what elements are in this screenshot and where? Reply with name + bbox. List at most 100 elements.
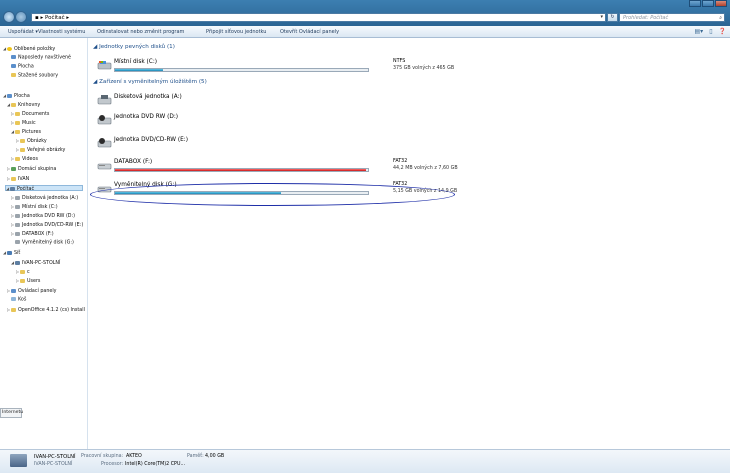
shared-folder-icon [20, 278, 25, 283]
nav-verejne-obrazky[interactable]: ▷ Veřejné obrázky [16, 147, 65, 153]
nav-videos[interactable]: ▷ Videos [11, 156, 38, 162]
search-icon: ⌕ [719, 15, 722, 21]
workgroup-label: Pracovní skupina: [81, 454, 124, 459]
nav-pictures[interactable]: ◢ Pictures [11, 129, 41, 135]
nav-recycle-bin[interactable]: Koš [7, 297, 26, 303]
drive-a[interactable]: Disketová jednotka (A:) [97, 94, 477, 108]
nav-user[interactable]: ▷ IVAN [7, 176, 29, 182]
dvd-drive-icon [97, 138, 112, 148]
details-pane: IVAN-PC-STOLNÍ IVAN-PC-STOLNÍ Pracovní s… [0, 449, 730, 473]
nav-favorites[interactable]: ◢ Oblíbené položky [3, 46, 55, 52]
homegroup-icon [11, 166, 16, 171]
drive-d[interactable]: Jednotka DVD RW (D:) [97, 114, 477, 128]
computer-name: IVAN-PC-STOLNÍ [34, 454, 76, 460]
help-icon[interactable]: ❓ [719, 28, 726, 35]
capacity-bar [114, 168, 369, 172]
computer-icon [10, 186, 15, 191]
open-control-panel-button[interactable]: Otevřít Ovládací panely [280, 29, 339, 35]
computer-icon [10, 454, 27, 467]
drive-c[interactable]: Místní disk (C:) NTFS 375 GB volných z 4… [97, 59, 477, 75]
free-space-label: 44,2 MB volných z 7,60 GB [393, 166, 458, 171]
star-icon [7, 46, 12, 51]
uninstall-program-button[interactable]: Odinstalovat nebo změnit program [97, 29, 184, 35]
drive-e[interactable]: Jednotka DVD/CD-RW (E:) [97, 137, 477, 151]
nav-recent[interactable]: Naposledy navštívené [11, 55, 71, 61]
shared-folder-icon [20, 269, 25, 274]
dvd-drive-icon [97, 115, 112, 125]
drive-f[interactable]: DATABOX (F:) FAT32 44,2 MB volných z 7,6… [97, 159, 477, 175]
nav-control-panel[interactable]: ▷ Ovládací panely [7, 288, 57, 294]
toolbar-icons: ▤▾ ▯ ❓ [689, 28, 726, 35]
address-bar[interactable]: ▪ ▸ Počítač ▸ ▾ [31, 13, 606, 22]
group-removable-drives[interactable]: ◢ Zařízení s vyměnitelným úložištěm (5) [93, 79, 207, 85]
maximize-button[interactable] [702, 0, 714, 7]
system-properties-button[interactable]: Vlastnosti systému [38, 29, 85, 35]
nav-music[interactable]: ▷ Music [11, 120, 36, 126]
nav-local-disk[interactable]: ▷ Místní disk (C:) [11, 204, 58, 210]
minimize-button[interactable] [689, 0, 701, 7]
organize-button[interactable]: Uspořádat ▾ [8, 29, 38, 35]
nav-dvd-d[interactable]: ▷ Jednotka DVD RW (D:) [11, 213, 75, 219]
desktop-icon [11, 64, 16, 68]
drive-label: Jednotka DVD/CD-RW (E:) [114, 137, 188, 143]
nav-dvd-e[interactable]: ▷ Jednotka DVD/CD-RW (E:) [11, 222, 83, 228]
drive-label: Disketová jednotka (A:) [114, 94, 182, 100]
title-bar: ▪ ▸ Počítač ▸ ▾ ↻ Prohledat: Počítač ⌕ [0, 0, 730, 26]
nav-homegroup[interactable]: ▷ Domácí skupina [7, 166, 56, 172]
breadcrumb[interactable]: ▪ ▸ Počítač ▸ [35, 15, 69, 21]
recycle-bin-icon [11, 297, 16, 301]
capacity-fill [115, 169, 367, 171]
computer-name-secondary: IVAN-PC-STOLNÍ [34, 462, 73, 467]
close-button[interactable] [715, 0, 727, 7]
network-icon [7, 250, 12, 255]
free-space-label: 375 GB volných z 465 GB [393, 66, 455, 71]
forward-button[interactable] [15, 11, 27, 23]
folder-icon [11, 307, 16, 312]
refresh-button[interactable]: ↻ [607, 13, 618, 22]
back-button[interactable] [3, 11, 15, 23]
breadcrumb-computer[interactable]: Počítač [45, 15, 65, 21]
floppy-drive-icon [15, 195, 20, 200]
map-network-drive-button[interactable]: Připojit síťovou jednotku [206, 29, 266, 35]
user-folder-icon [11, 176, 16, 181]
desktop-icon [7, 93, 12, 98]
folder-icon [20, 147, 25, 152]
tooltip: Internetu [0, 408, 23, 418]
nav-pc[interactable]: ◢ IVAN-PC-STOLNÍ [11, 260, 60, 266]
hard-drive-icon [97, 61, 112, 70]
group-fixed-drives[interactable]: ◢ Jednotky pevných disků (1) [93, 44, 175, 50]
capacity-fill [115, 69, 164, 71]
nav-desktop-fav[interactable]: Plocha [11, 64, 34, 70]
memory-value: 4,00 GB [205, 454, 225, 459]
dvd-drive-icon [15, 222, 20, 227]
nav-removable[interactable]: Vyměnitelný disk (G:) [11, 240, 74, 246]
nav-databox[interactable]: ▷ DATABOX (F:) [11, 231, 54, 237]
nav-network[interactable]: ◢ Síť [3, 250, 20, 256]
drive-label: Jednotka DVD RW (D:) [114, 114, 179, 120]
nav-downloads[interactable]: Stažené soubory [11, 73, 58, 79]
nav-floppy[interactable]: ▷ Disketová jednotka (A:) [11, 195, 78, 201]
control-panel-icon [11, 288, 16, 293]
filesystem-label: FAT32 [393, 159, 408, 164]
preview-pane-icon[interactable]: ▯ [709, 28, 712, 35]
nav-obrazky[interactable]: ▷ Obrázky [16, 138, 47, 144]
hard-drive-icon [15, 204, 20, 209]
nav-libraries[interactable]: ◢ Knihovny [7, 102, 40, 108]
processor-value: Intel(R) Core(TM)2 CPU... [125, 462, 186, 467]
search-input[interactable]: Prohledat: Počítač ⌕ [619, 13, 725, 22]
nav-share-c[interactable]: ▷ c [16, 269, 30, 275]
memory-label: Paměť: [187, 454, 204, 459]
pictures-icon [15, 129, 20, 134]
nav-share-users[interactable]: ▷ Users [16, 278, 40, 284]
computer-icon [15, 260, 20, 265]
nav-computer[interactable]: ◢ Počítač [5, 185, 83, 192]
nav-openoffice[interactable]: ▷ OpenOffice 4.1.2 (cs) Install [7, 307, 85, 313]
nav-desktop[interactable]: ◢ Plocha [3, 93, 30, 99]
view-options-icon[interactable]: ▤▾ [695, 28, 704, 35]
chevron-down-icon[interactable]: ▾ [600, 14, 603, 20]
navigation-pane: ◢ Oblíbené položky Naposledy navštívené P… [0, 38, 88, 449]
capacity-bar [114, 68, 369, 72]
nav-documents[interactable]: ▷ Documents [11, 111, 49, 117]
libraries-icon [11, 102, 16, 107]
music-icon [15, 120, 20, 125]
